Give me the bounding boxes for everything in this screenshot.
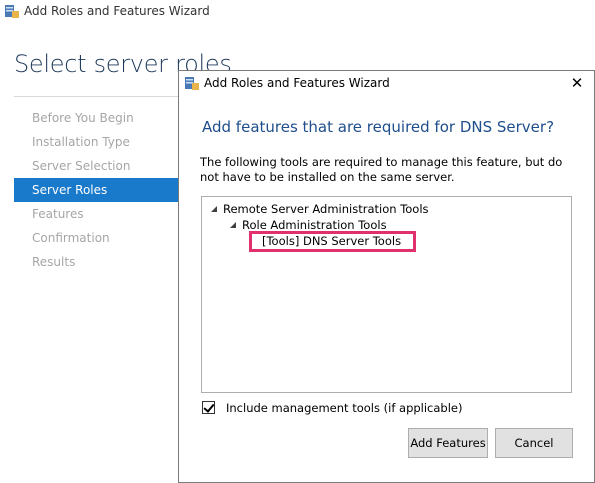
nav-item-confirmation[interactable]: Confirmation xyxy=(14,226,178,250)
tree-item-remote-server-admin-tools[interactable]: Remote Server Administration Tools xyxy=(211,202,429,216)
expand-triangle-icon[interactable] xyxy=(211,206,217,212)
dialog-description: The following tools are required to mana… xyxy=(200,155,563,184)
wizard-nav: Before You Begin Installation Type Serve… xyxy=(14,106,178,274)
add-features-button[interactable]: Add Features xyxy=(408,428,488,458)
close-icon[interactable]: ✕ xyxy=(566,73,588,93)
nav-item-before-you-begin[interactable]: Before You Begin xyxy=(14,106,178,130)
include-management-tools-label[interactable]: Include management tools (if applicable) xyxy=(226,401,462,415)
dialog-title: Add Roles and Features Wizard xyxy=(204,76,390,90)
nav-item-installation-type[interactable]: Installation Type xyxy=(14,130,178,154)
nav-item-features[interactable]: Features xyxy=(14,202,178,226)
tree-item-label: Remote Server Administration Tools xyxy=(223,202,429,216)
background-window-title: Add Roles and Features Wizard xyxy=(24,4,210,18)
nav-item-results[interactable]: Results xyxy=(14,250,178,274)
tree-item-role-admin-tools[interactable]: Role Administration Tools xyxy=(230,218,387,232)
highlight-box xyxy=(249,231,416,252)
expand-triangle-icon[interactable] xyxy=(230,222,236,228)
include-management-tools-checkbox[interactable] xyxy=(202,401,215,414)
checkmark-icon xyxy=(203,401,215,413)
background-window-titlebar: Add Roles and Features Wizard xyxy=(0,0,595,24)
server-manager-icon xyxy=(185,77,199,90)
cancel-button[interactable]: Cancel xyxy=(495,428,573,458)
dialog-titlebar[interactable]: Add Roles and Features Wizard ✕ xyxy=(179,71,594,95)
tree-item-label: Role Administration Tools xyxy=(242,218,387,232)
nav-item-server-roles[interactable]: Server Roles xyxy=(14,178,178,202)
required-features-tree[interactable]: Remote Server Administration Tools Role … xyxy=(201,196,572,393)
add-features-dialog: Add Roles and Features Wizard ✕ Add feat… xyxy=(178,70,595,483)
server-manager-icon xyxy=(5,5,19,18)
nav-item-server-selection[interactable]: Server Selection xyxy=(14,154,178,178)
dialog-heading: Add features that are required for DNS S… xyxy=(202,118,555,136)
